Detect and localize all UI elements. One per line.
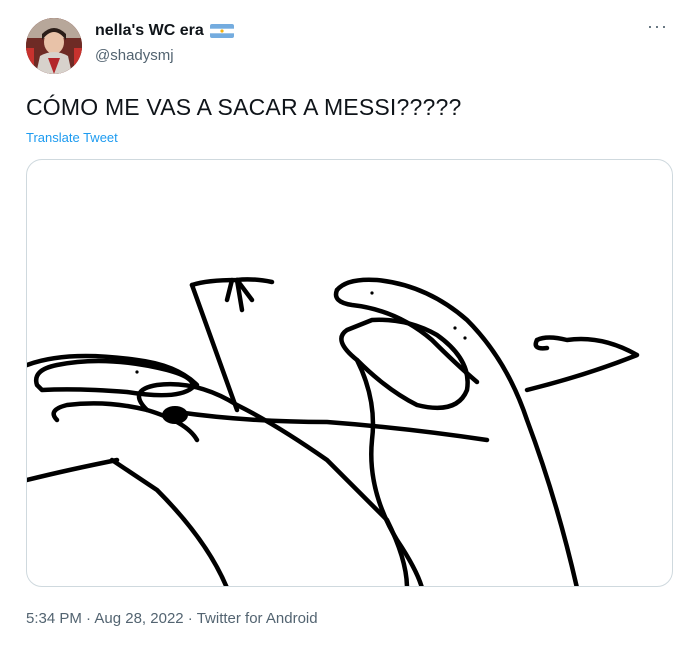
- display-name[interactable]: nella's WC era: [95, 22, 204, 40]
- tweet-media-image[interactable]: [26, 159, 673, 587]
- avatar[interactable]: [26, 18, 82, 74]
- translate-tweet-link[interactable]: Translate Tweet: [26, 130, 118, 145]
- tweet-source[interactable]: Twitter for Android: [197, 610, 318, 627]
- user-handle[interactable]: @shadysmj: [95, 47, 174, 64]
- tweet-time[interactable]: 5:34 PM: [26, 610, 82, 627]
- avatar-image: [26, 18, 82, 74]
- tweet-date[interactable]: Aug 28, 2022: [94, 610, 183, 627]
- meta-separator: ·: [81, 610, 95, 627]
- name-row: nella's WC era: [95, 22, 234, 40]
- tweet: nella's WC era @shadysmj ··· CÓMO ME VAS…: [0, 0, 674, 646]
- tweet-meta: 5:34 PM · Aug 28, 2022 · Twitter for And…: [26, 610, 318, 627]
- meta-separator-2: ·: [183, 610, 197, 627]
- more-options-icon[interactable]: ···: [647, 16, 668, 37]
- argentina-flag-icon: [209, 24, 234, 38]
- tweet-text: CÓMO ME VAS A SACAR A MESSI?????: [26, 94, 462, 120]
- hand-drawn-sketch-image: [27, 277, 640, 586]
